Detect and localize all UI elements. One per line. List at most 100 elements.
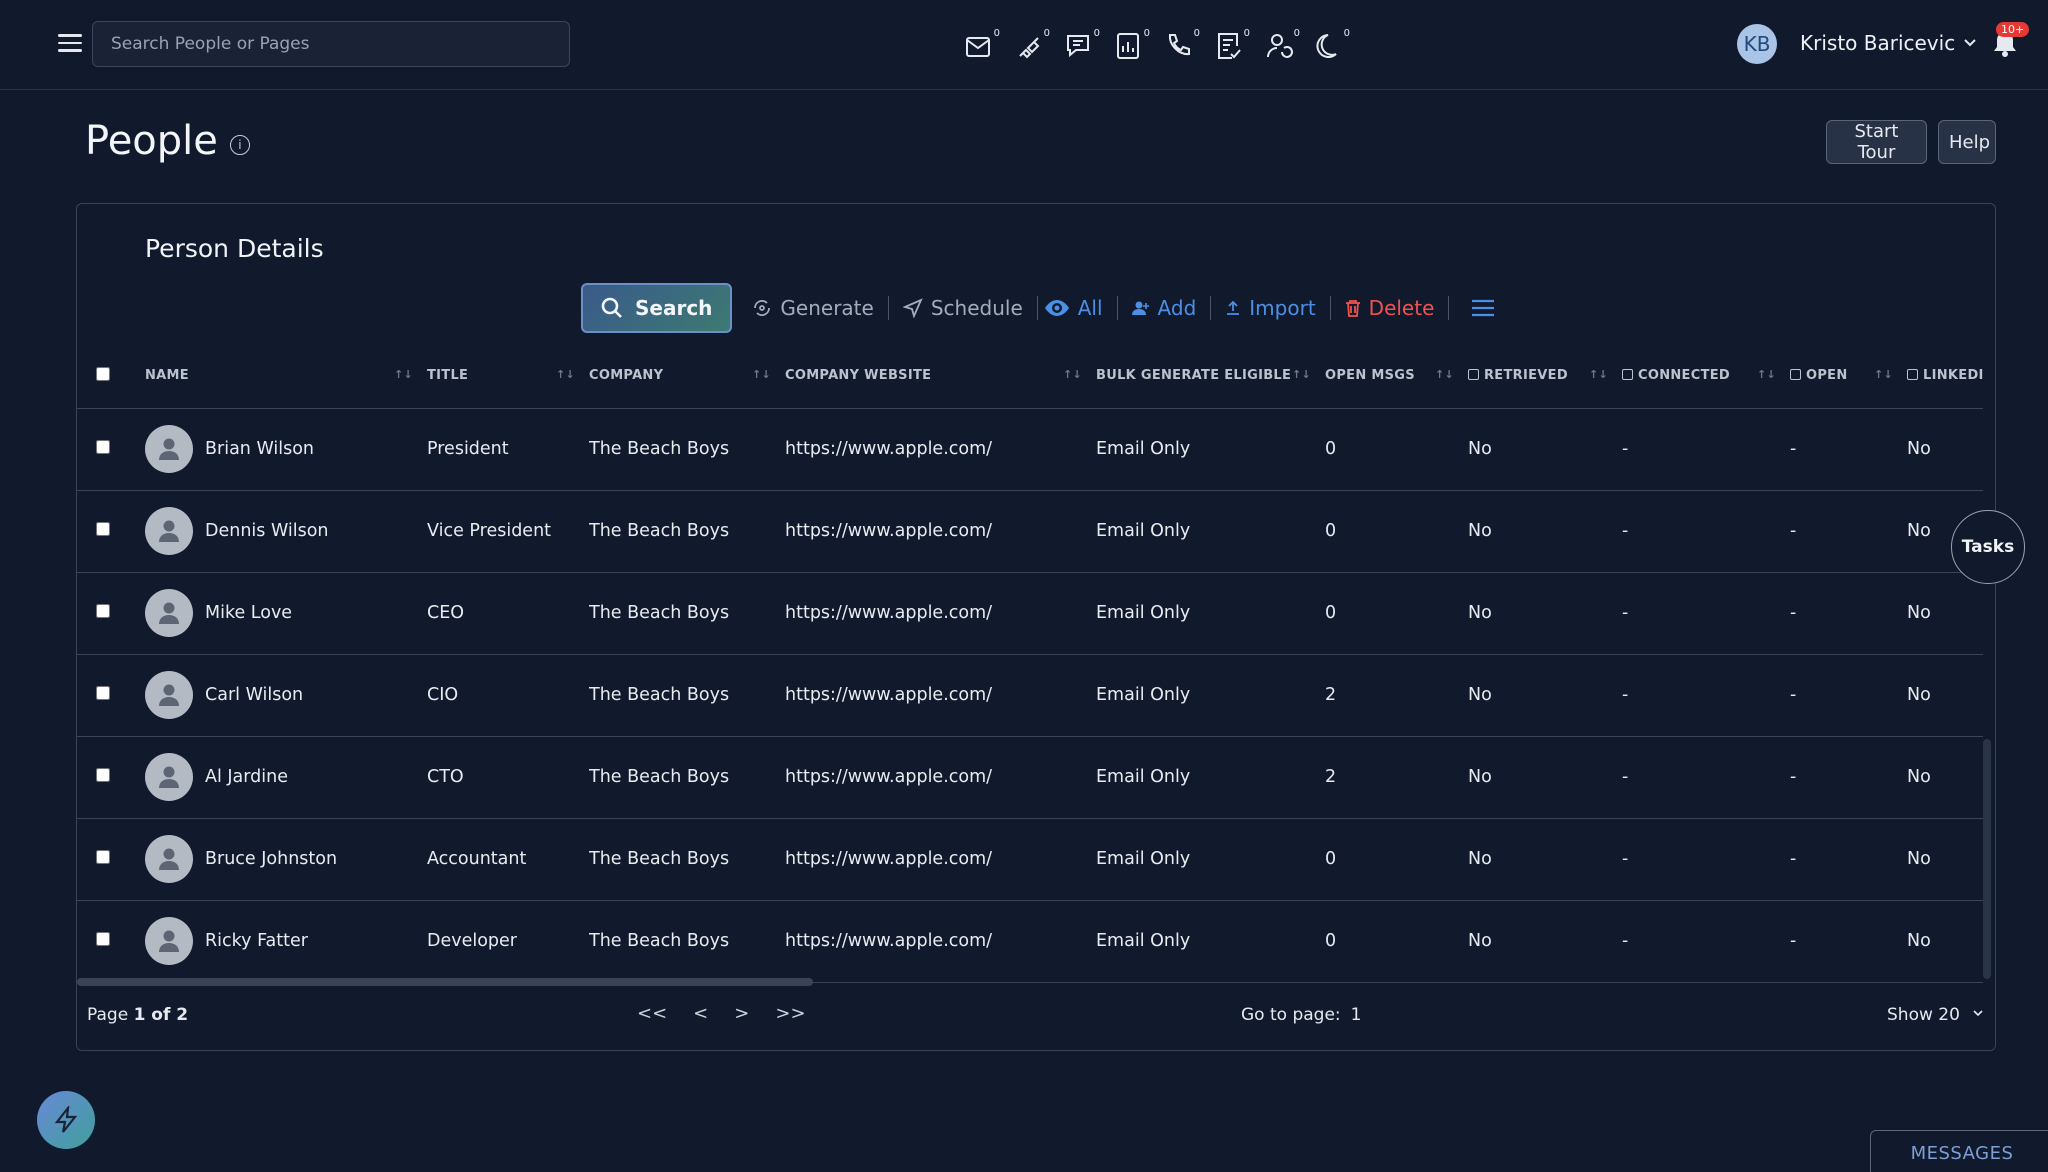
checklist-icon[interactable]: 0 xyxy=(1214,24,1250,64)
search-button[interactable]: Search xyxy=(581,283,733,333)
name-cell[interactable]: Carl Wilson xyxy=(145,654,427,737)
name-cell[interactable]: Ricky Fatter xyxy=(145,900,427,983)
messages-tab[interactable]: MESSAGES xyxy=(1870,1130,2048,1172)
table-row[interactable]: Bruce Johnston Accountant The Beach Boys ht… xyxy=(77,818,1983,901)
cell-open: - xyxy=(1790,736,1907,819)
help-button[interactable]: Help xyxy=(1938,120,1996,164)
column-icon xyxy=(1622,369,1633,381)
sort-icon[interactable]: ↑↓ xyxy=(1874,368,1893,381)
col-bulk-generate[interactable]: BULK GENERATE ELIGIBLE ↑↓ xyxy=(1096,344,1325,409)
cell-bulk: Email Only xyxy=(1096,490,1325,573)
row-checkbox[interactable] xyxy=(96,932,110,946)
col-company[interactable]: COMPANY ↑↓ xyxy=(589,344,785,409)
col-open[interactable]: OPEN ↑↓ xyxy=(1790,344,1907,409)
sort-icon[interactable]: ↑↓ xyxy=(1757,368,1776,381)
person-avatar-icon xyxy=(145,671,193,719)
chat-count: 0 xyxy=(1093,28,1100,39)
user-menu[interactable]: Kristo Baricevic xyxy=(1800,31,1977,55)
table-row[interactable]: Al Jardine CTO The Beach Boys https://www.a… xyxy=(77,736,1983,819)
table-row[interactable]: Ricky Fatter Developer The Beach Boys https… xyxy=(77,900,1983,983)
page-size-select[interactable]: Show 20 xyxy=(1887,1005,1984,1025)
sort-icon[interactable]: ↑↓ xyxy=(1589,368,1608,381)
select-all-checkbox[interactable] xyxy=(96,366,110,381)
sort-icon[interactable]: ↑↓ xyxy=(1292,368,1311,381)
row-checkbox[interactable] xyxy=(96,768,110,782)
add-button[interactable]: Add xyxy=(1118,296,1211,320)
quick-action-button[interactable] xyxy=(37,1091,95,1149)
table-row[interactable]: Brian Wilson President The Beach Boys https… xyxy=(77,408,1983,491)
unplugged-count: 0 xyxy=(1043,28,1050,39)
import-button[interactable]: Import xyxy=(1211,296,1329,320)
col-title-label: TITLE xyxy=(427,368,469,384)
delete-button[interactable]: Delete xyxy=(1331,296,1449,320)
table-row[interactable]: Mike Love CEO The Beach Boys https://www.ap… xyxy=(77,572,1983,655)
person-refresh-icon[interactable]: 0 xyxy=(1264,24,1300,64)
cell-bulk: Email Only xyxy=(1096,818,1325,901)
cell-website: https://www.apple.com/ xyxy=(785,900,1096,983)
moon-icon[interactable]: 0 xyxy=(1314,24,1350,64)
last-page-button[interactable]: >> xyxy=(775,1003,805,1024)
info-icon[interactable]: i xyxy=(229,135,250,155)
unplugged-icon[interactable]: 0 xyxy=(1014,24,1050,64)
vertical-scrollbar[interactable] xyxy=(1983,739,1991,979)
row-checkbox[interactable] xyxy=(96,522,110,536)
cell-linkedin: No xyxy=(1907,736,1983,819)
page-prefix: Page xyxy=(87,1005,129,1025)
col-company-website[interactable]: COMPANY WEBSITE ↑↓ xyxy=(785,344,1096,409)
table-row[interactable]: Carl Wilson CIO The Beach Boys https://www.… xyxy=(77,654,1983,737)
tasks-button[interactable]: Tasks xyxy=(1951,510,2025,584)
cell-title: CIO xyxy=(427,654,589,737)
mail-in-icon[interactable]: 0 xyxy=(964,24,1000,64)
row-checkbox[interactable] xyxy=(96,686,110,700)
person-info: Carl Wilson xyxy=(145,671,427,719)
chat-icon[interactable]: 0 xyxy=(1064,24,1100,64)
page-title: People i xyxy=(85,118,250,164)
person-name: Al Jardine xyxy=(205,767,288,787)
global-search-input[interactable] xyxy=(92,21,570,67)
person-info: Brian Wilson xyxy=(145,425,427,473)
sort-icon[interactable]: ↑↓ xyxy=(556,368,575,381)
name-cell[interactable]: Bruce Johnston xyxy=(145,818,427,901)
col-linkedin[interactable]: LINKEDI xyxy=(1907,344,1983,409)
row-checkbox[interactable] xyxy=(96,850,110,864)
cell-connected: - xyxy=(1622,490,1790,573)
col-retrieved[interactable]: RETRIEVED ↑↓ xyxy=(1468,344,1622,409)
start-tour-button[interactable]: Start Tour xyxy=(1826,120,1927,164)
cell-retrieved: No xyxy=(1468,900,1622,983)
phone-icon[interactable]: 0 xyxy=(1164,24,1200,64)
sort-icon[interactable]: ↑↓ xyxy=(394,368,413,381)
sort-icon[interactable]: ↑↓ xyxy=(1435,368,1454,381)
name-cell[interactable]: Al Jardine xyxy=(145,736,427,819)
col-title[interactable]: TITLE ↑↓ xyxy=(427,344,589,409)
cell-open: - xyxy=(1790,818,1907,901)
notification-badge: 10+ xyxy=(1996,22,2030,37)
filter-all-button[interactable]: All xyxy=(1038,296,1117,320)
row-checkbox[interactable] xyxy=(96,440,110,454)
row-checkbox[interactable] xyxy=(96,604,110,618)
next-page-button[interactable]: > xyxy=(734,1003,749,1024)
menu-icon[interactable] xyxy=(58,34,82,52)
schedule-button[interactable]: Schedule xyxy=(889,296,1037,320)
first-page-button[interactable]: << xyxy=(637,1003,667,1024)
col-name-label: NAME xyxy=(145,368,189,384)
sort-icon[interactable]: ↑↓ xyxy=(752,368,771,381)
sort-icon[interactable]: ↑↓ xyxy=(1063,368,1082,381)
cell-title: Vice President xyxy=(427,490,589,573)
cell-title: CTO xyxy=(427,736,589,819)
name-cell[interactable]: Mike Love xyxy=(145,572,427,655)
horizontal-scrollbar[interactable] xyxy=(77,978,813,986)
name-cell[interactable]: Brian Wilson xyxy=(145,408,427,491)
table-row[interactable]: Dennis Wilson Vice President The Beach Boy… xyxy=(77,490,1983,573)
col-name[interactable]: NAME ↑↓ xyxy=(145,344,427,409)
generate-button[interactable]: Generate xyxy=(738,296,887,320)
name-cell[interactable]: Dennis Wilson xyxy=(145,490,427,573)
prev-page-button[interactable]: < xyxy=(693,1003,708,1024)
user-avatar[interactable]: KB xyxy=(1737,24,1777,64)
goto-page-input[interactable] xyxy=(1350,1005,1391,1025)
col-connected[interactable]: CONNECTED ↑↓ xyxy=(1622,344,1790,409)
person-info: Al Jardine xyxy=(145,753,427,801)
column-menu-button[interactable] xyxy=(1449,299,1509,317)
report-icon[interactable]: 0 xyxy=(1114,24,1150,64)
cell-open: - xyxy=(1790,572,1907,655)
col-open-msgs[interactable]: OPEN MSGS ↑↓ xyxy=(1325,344,1468,409)
